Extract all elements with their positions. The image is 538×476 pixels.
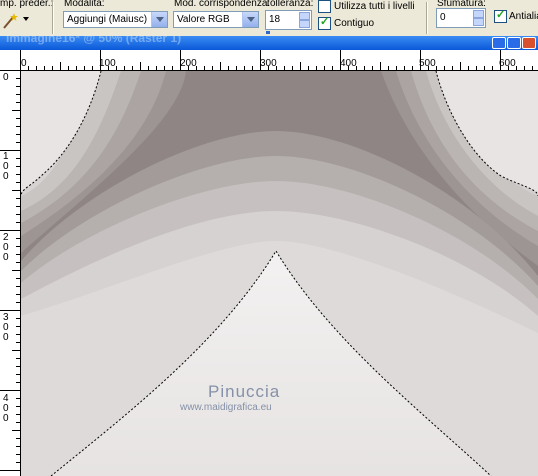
horizontal-ruler[interactable]: 0 100 200 300 400 500 600	[0, 50, 538, 71]
spin-down-icon[interactable]	[299, 20, 310, 28]
tolerance-spinner[interactable]: 18	[265, 10, 312, 30]
ruler-label: 400	[3, 393, 9, 424]
match-mode-select-value: Valore RGB	[177, 14, 230, 25]
feather-value: 0	[440, 12, 446, 23]
ruler-label: 500	[419, 58, 436, 69]
minimize-button[interactable]	[492, 37, 506, 49]
chevron-down-icon[interactable]	[242, 12, 258, 27]
use-all-layers-label: Utilizza tutti i livelli	[334, 1, 415, 12]
ruler-label: 600	[499, 58, 516, 69]
ruler-label: 0	[3, 72, 9, 83]
use-all-layers-checkbox[interactable]	[318, 0, 331, 13]
ruler-label: 100	[3, 151, 9, 182]
image-canvas[interactable]	[21, 71, 538, 476]
tolerance-slider-handle[interactable]	[266, 31, 270, 34]
ruler-label: 300	[260, 58, 277, 69]
window-title: Immagine16* @ 50% (Raster 1)	[6, 36, 182, 45]
ruler-label: 0	[21, 58, 27, 69]
match-mode-label: Mod. corrispondenza:	[174, 0, 271, 9]
tolerance-label: Tolleranza:	[265, 0, 314, 9]
tool-options-toolbar: mp. preder.: Modalità: Aggiungi (Maiusc)…	[0, 0, 538, 37]
vertical-ruler[interactable]: 0 100 200 300 400	[0, 70, 21, 476]
checkmark-icon: ✓	[320, 16, 330, 28]
mode-label: Modalità:	[64, 0, 105, 9]
ruler-label: 400	[340, 58, 357, 69]
spin-down-icon[interactable]	[473, 18, 484, 26]
watermark-url: www.maidigrafica.eu	[180, 402, 272, 413]
ruler-label: 200	[180, 58, 197, 69]
ruler-label: 300	[3, 312, 9, 343]
antialias-checkbox[interactable]: ✓	[494, 9, 507, 23]
close-button[interactable]	[522, 37, 536, 49]
mode-select[interactable]: Aggiungi (Maiusc)	[63, 11, 168, 28]
image-window-titlebar[interactable]: Immagine16* @ 50% (Raster 1)	[0, 36, 538, 50]
match-mode-select[interactable]: Valore RGB	[173, 11, 259, 28]
mode-select-value: Aggiungi (Maiusc)	[67, 14, 148, 25]
watermark-title: Pinuccia	[208, 382, 281, 401]
contiguous-label: Contiguo	[334, 18, 375, 29]
tolerance-value: 18	[269, 14, 281, 25]
magic-wand-icon[interactable]	[0, 12, 22, 30]
spin-up-icon[interactable]	[473, 10, 484, 18]
ruler-label: 200	[3, 232, 9, 263]
checkmark-icon: ✓	[496, 9, 506, 21]
separator	[52, 2, 54, 34]
contiguous-checkbox[interactable]: ✓	[318, 16, 331, 30]
antialias-label: Antialias	[509, 11, 538, 22]
preset-label: mp. preder.:	[0, 0, 54, 9]
separator	[426, 2, 428, 34]
feather-spinner[interactable]: 0	[436, 8, 486, 28]
spin-up-icon[interactable]	[299, 12, 310, 20]
chevron-down-icon[interactable]	[151, 12, 167, 27]
canvas-artwork	[21, 71, 538, 476]
preset-dropdown-arrow-icon[interactable]	[23, 17, 29, 21]
maximize-button[interactable]	[507, 37, 521, 49]
ruler-label: 100	[99, 58, 116, 69]
